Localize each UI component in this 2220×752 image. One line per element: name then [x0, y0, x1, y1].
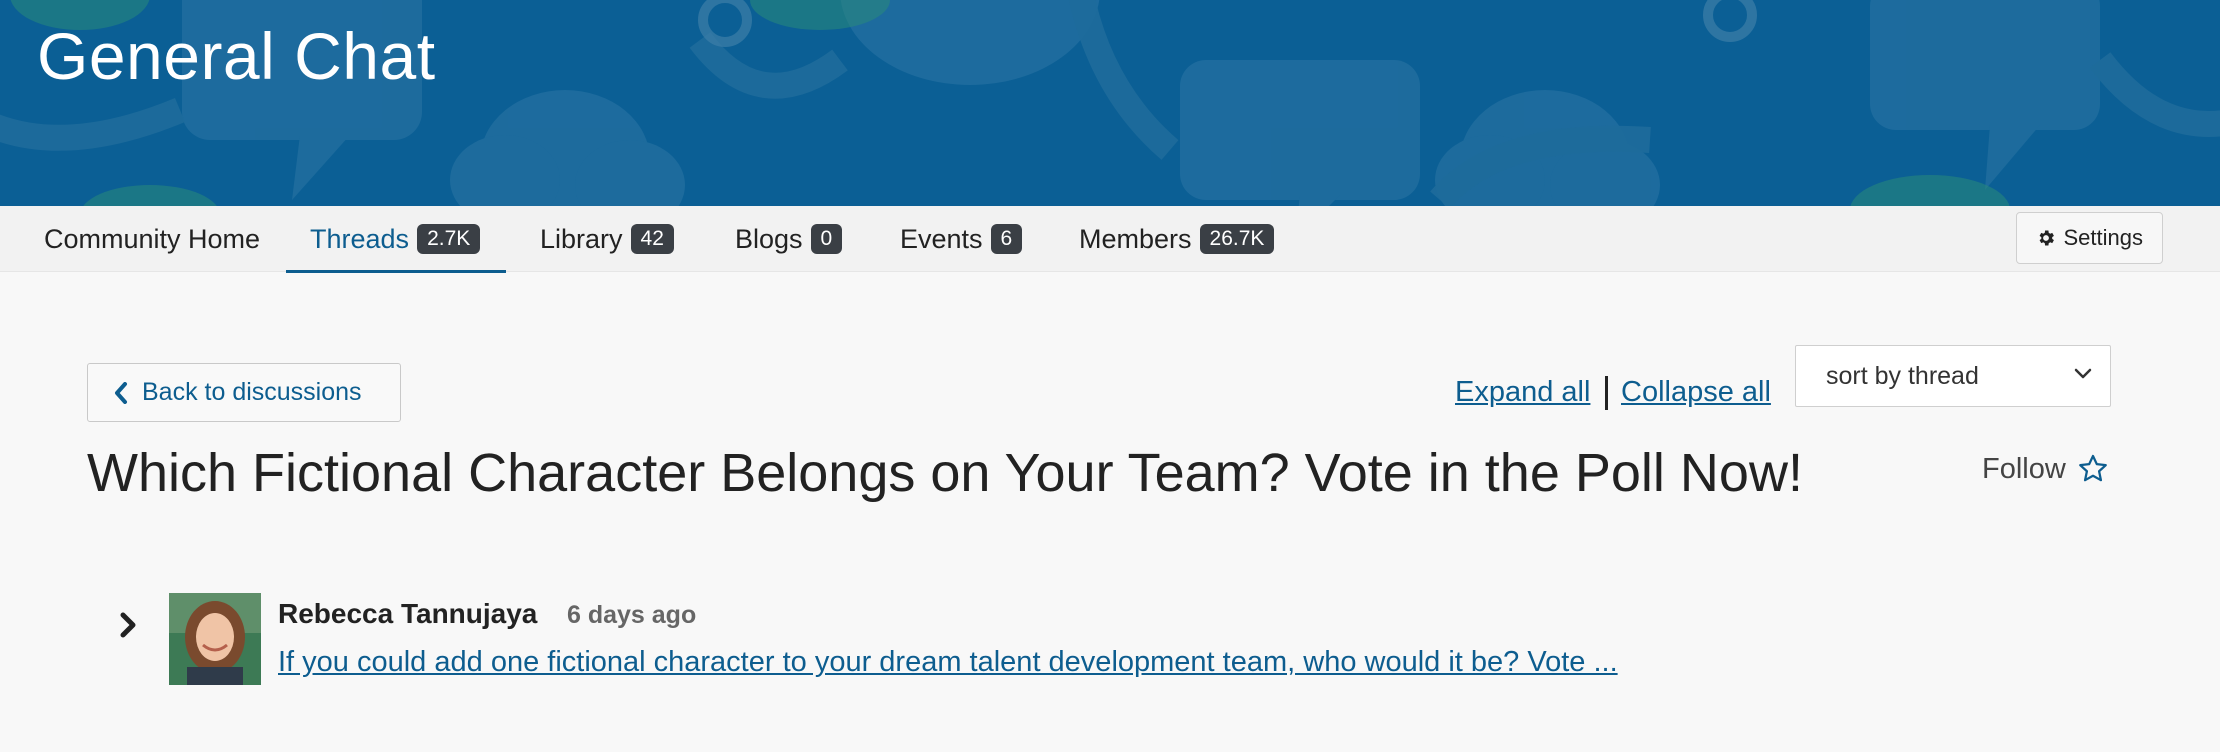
nav-label: Members — [1079, 223, 1192, 254]
nav-label: Blogs — [735, 223, 803, 254]
chevron-left-icon — [115, 381, 127, 404]
nav-label: Library — [540, 223, 623, 254]
post-excerpt-link[interactable]: If you could add one fictional character… — [278, 646, 1618, 679]
chevron-down-icon — [2074, 368, 2092, 379]
collapse-all-link[interactable]: Collapse all — [1621, 376, 1771, 409]
nav-blogs[interactable]: Blogs 0 — [735, 206, 843, 272]
sort-dropdown[interactable]: sort by thread — [1795, 345, 2111, 407]
nav-label: Threads — [310, 223, 410, 254]
settings-button[interactable]: Settings — [2015, 212, 2163, 264]
events-count-badge: 6 — [990, 224, 1023, 254]
threads-count-badge: 2.7K — [417, 224, 481, 254]
nav-community-home[interactable]: Community Home — [44, 206, 260, 272]
community-banner: General Chat — [0, 0, 2220, 206]
blogs-count-badge: 0 — [810, 224, 843, 254]
expand-all-link[interactable]: Expand all — [1455, 376, 1590, 409]
library-count-badge: 42 — [630, 224, 674, 254]
post-timestamp: 6 days ago — [567, 601, 697, 629]
link-divider — [1605, 376, 1608, 410]
nav-events[interactable]: Events 6 — [900, 206, 1023, 272]
thread-title: Which Fictional Character Belongs on You… — [87, 443, 1803, 503]
nav-threads[interactable]: Threads 2.7K — [285, 206, 507, 273]
members-count-badge: 26.7K — [1199, 224, 1275, 254]
back-label: Back to discussions — [142, 378, 362, 406]
post-author[interactable]: Rebecca Tannujaya — [278, 598, 537, 630]
nav-members[interactable]: Members 26.7K — [1079, 206, 1275, 272]
gear-icon — [2039, 230, 2054, 246]
expand-post-toggle[interactable] — [118, 610, 140, 645]
follow-label: Follow — [1982, 452, 2066, 485]
sort-selected-value: sort by thread — [1826, 361, 1979, 390]
community-title: General Chat — [37, 19, 436, 93]
community-nav: Community Home Threads 2.7K Library 42 B… — [0, 206, 2220, 273]
chevron-right-icon — [120, 612, 136, 638]
nav-library[interactable]: Library 42 — [540, 206, 674, 272]
author-photo — [169, 593, 261, 685]
star-outline-icon — [2078, 454, 2107, 482]
avatar[interactable] — [169, 593, 261, 685]
follow-button[interactable]: Follow — [1982, 452, 2110, 486]
back-to-discussions-button[interactable]: Back to discussions — [87, 363, 401, 422]
nav-label: Events — [900, 223, 983, 254]
settings-label: Settings — [2063, 225, 2144, 250]
nav-label: Community Home — [44, 223, 261, 254]
